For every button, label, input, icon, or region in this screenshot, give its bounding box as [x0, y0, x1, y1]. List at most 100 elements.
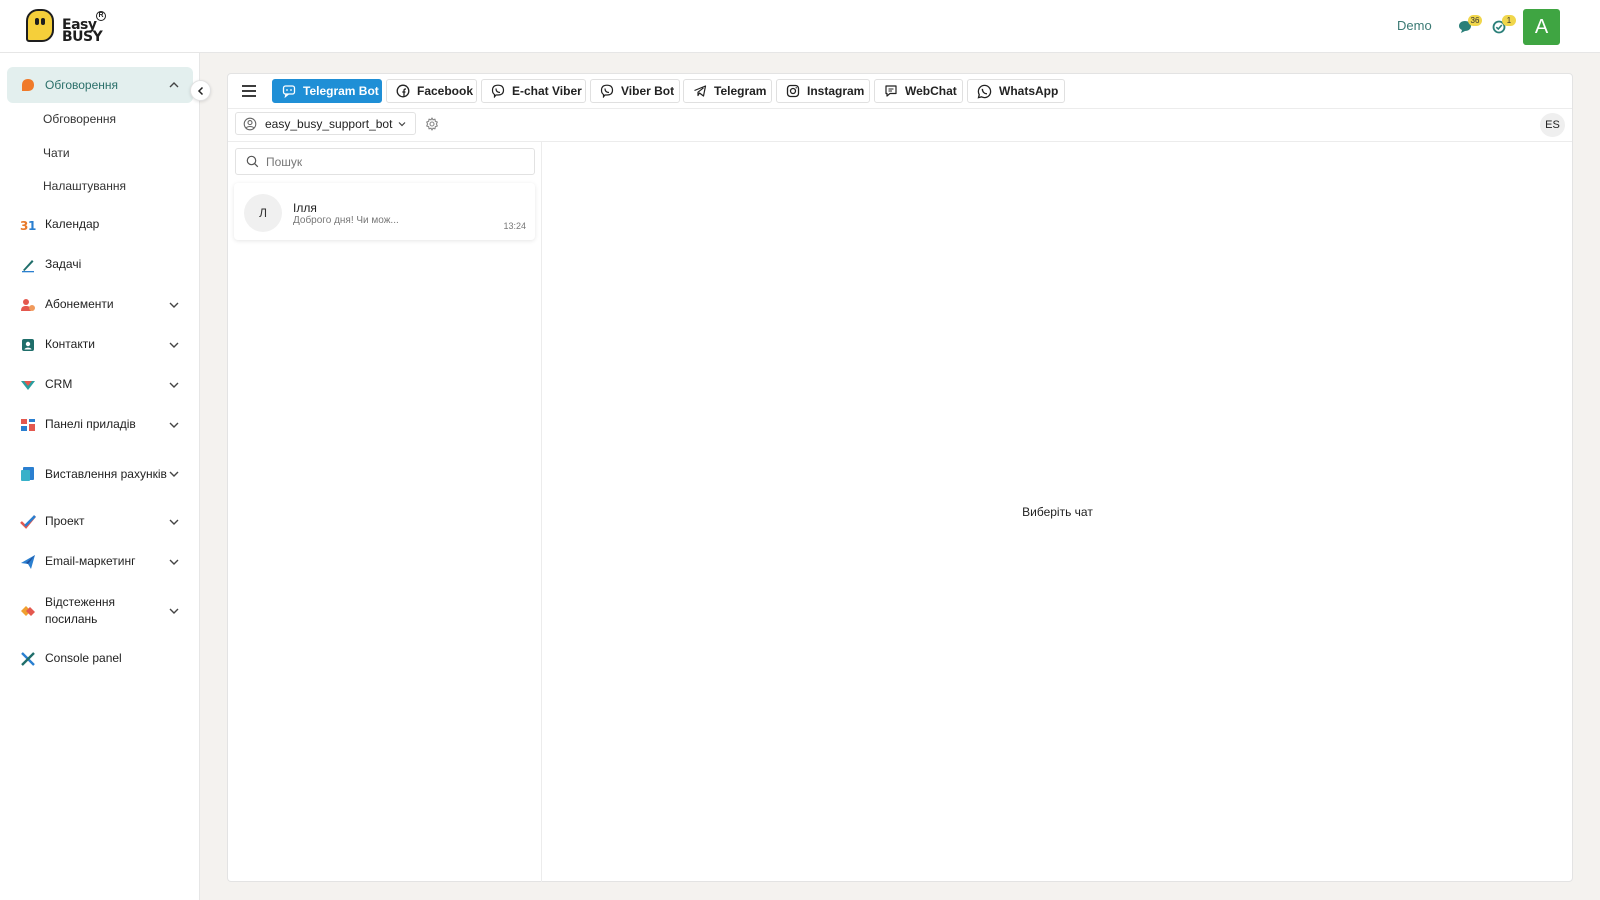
sidebar-item-link-tracking[interactable]: Відстеження посилань [7, 593, 193, 629]
sidebar-item-label: Email-маркетинг [45, 554, 136, 568]
chevron-down-icon [169, 559, 179, 565]
search-input[interactable] [266, 154, 516, 169]
task-notifications-button[interactable]: 1 [1492, 15, 1516, 34]
instagram-icon [786, 84, 800, 98]
bot-selector-value: easy_busy_support_bot [265, 116, 393, 131]
chevron-down-icon [169, 382, 179, 388]
sidebar: Обговорення Обговорення Чати Налаштуванн… [0, 53, 200, 900]
chat-count-badge: 36 [1468, 15, 1482, 26]
sidebar-item-label: CRM [45, 377, 73, 391]
link-tracking-icon [21, 606, 35, 616]
chevron-down-icon [169, 342, 179, 348]
send-icon [21, 554, 35, 569]
chevron-down-icon [169, 422, 179, 428]
tab-e-chat-viber[interactable]: E-chat Viber [481, 79, 586, 103]
tab-telegram-bot[interactable]: Telegram Bot [272, 79, 382, 103]
sidebar-item-project[interactable]: Проект [7, 513, 193, 530]
whatsapp-icon [977, 84, 992, 98]
viber-icon [600, 84, 614, 98]
user-name-link[interactable]: Demo [1397, 18, 1432, 33]
sidebar-subitem-settings[interactable]: Налаштування [43, 179, 126, 193]
chat-timestamp: 13:24 [503, 221, 526, 231]
sidebar-subitem-chats[interactable]: Чати [43, 146, 70, 160]
sidebar-item-email-marketing[interactable]: Email-маркетинг [7, 553, 193, 570]
logo-mark-icon [26, 9, 54, 42]
easybusy-logo[interactable]: Easy BUSY R [26, 9, 116, 45]
tab-instagram[interactable]: Instagram [776, 79, 870, 103]
search-box[interactable] [235, 148, 535, 175]
chat-list-item[interactable]: Л Ілля Доброго дня! Чи мож... 13:24 [234, 183, 535, 240]
discussions-icon [22, 79, 34, 91]
hamburger-icon [242, 85, 256, 97]
user-avatar[interactable]: A [1523, 9, 1560, 45]
chat-panel: Telegram Bot Facebook E-chat Viber Viber… [227, 73, 1573, 882]
gear-icon[interactable] [425, 117, 439, 131]
sidebar-item-console-panel[interactable]: Console panel [7, 650, 193, 667]
chevron-up-icon [169, 82, 179, 88]
task-count-badge: 1 [1502, 15, 1516, 26]
sidebar-item-subscriptions[interactable]: Абонементи [7, 296, 193, 313]
chat-notifications-button[interactable]: 36 [1458, 15, 1482, 34]
tab-whatsapp[interactable]: WhatsApp [967, 79, 1065, 103]
sidebar-item-discussions[interactable]: Обговорення [7, 67, 193, 103]
chevron-left-icon [197, 86, 203, 95]
tab-label: Telegram [714, 84, 767, 98]
sidebar-item-contacts[interactable]: Контакти [7, 336, 193, 353]
tab-label: Instagram [807, 84, 865, 98]
user-circle-icon [243, 117, 257, 130]
dashboard-icon [21, 418, 35, 431]
telegram-icon [694, 85, 707, 97]
sidebar-collapse-button[interactable] [190, 80, 211, 101]
invoice-icon [21, 467, 34, 481]
bot-selector-dropdown[interactable]: easy_busy_support_bot [235, 112, 416, 135]
sidebar-item-label: Виставлення рахунків [45, 466, 167, 481]
tab-label: Telegram Bot [303, 84, 379, 98]
logo-line-2: BUSY [62, 29, 103, 45]
sidebar-item-dashboards[interactable]: Панелі приладів [7, 416, 193, 433]
top-bar: Easy BUSY R Demo 36 1 A [0, 0, 1600, 53]
tab-facebook[interactable]: Facebook [386, 79, 477, 103]
sidebar-item-label: Календар [45, 217, 100, 231]
check-icon [20, 514, 36, 529]
sidebar-item-label: Панелі приладів [45, 417, 136, 431]
viber-icon [491, 84, 505, 98]
sidebar-item-label: Відстеження посилань [45, 595, 116, 626]
svg-text:1: 1 [28, 219, 36, 233]
sidebar-item-label: Контакти [45, 337, 95, 351]
conversation-area: Виберіть чат [542, 142, 1573, 882]
bot-toolbar: easy_busy_support_bot ES [228, 109, 1572, 142]
tab-telegram[interactable]: Telegram [683, 79, 772, 103]
sidebar-subitem-discussions[interactable]: Обговорення [43, 112, 116, 126]
sidebar-item-tasks[interactable]: Задачі [7, 256, 193, 273]
sidebar-item-label: Console panel [45, 651, 122, 665]
facebook-icon [396, 84, 410, 98]
contacts-icon [22, 338, 34, 351]
menu-button[interactable] [238, 80, 260, 102]
chat-contact-name: Ілля [293, 201, 317, 215]
webchat-icon [885, 85, 897, 97]
tab-label: WhatsApp [999, 84, 1059, 98]
subscriptions-icon [21, 298, 35, 311]
chat-avatar: Л [244, 194, 282, 232]
language-button[interactable]: ES [1540, 113, 1565, 137]
sidebar-item-invoicing[interactable]: Виставлення рахунків [7, 456, 193, 492]
chevron-down-icon [169, 471, 179, 477]
logo-text: Easy BUSY [62, 18, 103, 45]
calendar-icon: 3 1 [20, 219, 36, 233]
sidebar-item-crm[interactable]: CRM [7, 376, 193, 393]
chevron-down-icon [169, 519, 179, 525]
chevron-down-icon [169, 302, 179, 308]
sidebar-item-calendar[interactable]: 3 1 Календар [7, 216, 193, 233]
sidebar-item-label: Обговорення [45, 77, 119, 92]
cross-icon [21, 651, 35, 666]
sidebar-item-label: Проект [45, 514, 85, 528]
chevron-down-icon [399, 121, 406, 126]
pen-icon [22, 259, 34, 272]
chevron-down-icon [169, 608, 179, 614]
tab-webchat[interactable]: WebChat [874, 79, 963, 103]
logo-registered-mark: R [96, 11, 106, 21]
tab-viber-bot[interactable]: Viber Bot [590, 79, 680, 103]
bot-chat-icon [282, 85, 296, 98]
search-icon [246, 155, 259, 168]
empty-state-text: Виберіть чат [1022, 505, 1093, 519]
